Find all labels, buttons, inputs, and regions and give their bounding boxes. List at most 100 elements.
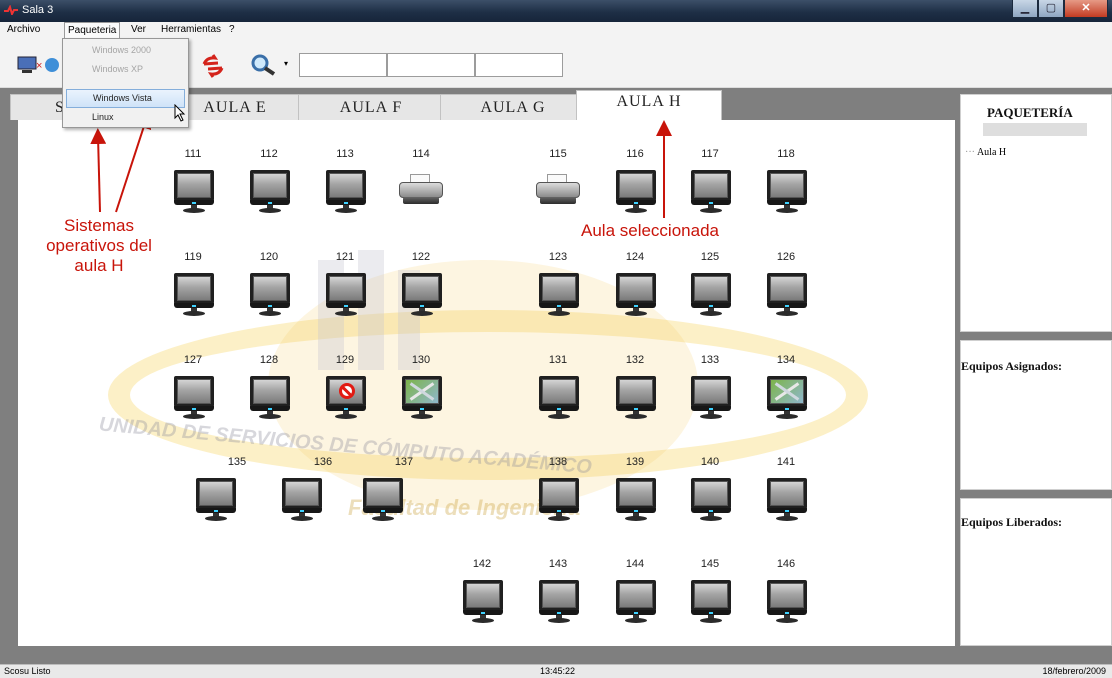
monitor-icon xyxy=(767,376,807,422)
station-144[interactable]: 144 xyxy=(608,558,662,633)
station-136[interactable]: 136 xyxy=(274,456,332,531)
search-icon[interactable] xyxy=(250,53,278,77)
station-number: 117 xyxy=(701,148,719,160)
toolbar-field-3[interactable] xyxy=(475,53,563,77)
station-number: 131 xyxy=(548,354,568,366)
station-number: 145 xyxy=(700,558,720,570)
paqueteria-field[interactable] xyxy=(983,123,1087,136)
station-140[interactable]: 140 xyxy=(683,456,737,531)
refresh-icon[interactable] xyxy=(200,54,226,78)
station-145[interactable]: 145 xyxy=(683,558,737,633)
station-125[interactable]: 125 xyxy=(683,251,737,326)
menu-herramientas[interactable]: Herramientas xyxy=(158,24,224,35)
tab-aula-f[interactable]: AULA F xyxy=(298,94,444,120)
monitor-icon xyxy=(691,170,731,216)
tab-aula-g[interactable]: AULA G xyxy=(440,94,586,120)
station-number: 121 xyxy=(335,251,355,263)
station-number: 112 xyxy=(260,148,278,160)
station-number: 118 xyxy=(777,148,795,160)
station-119[interactable]: 119 xyxy=(166,251,220,326)
station-137[interactable]: 137 xyxy=(355,456,413,531)
station-number: 114 xyxy=(412,148,430,160)
station-118[interactable]: 118 xyxy=(759,148,813,223)
tree-connector: ··· xyxy=(965,147,975,158)
station-122[interactable]: 122 xyxy=(394,251,448,326)
menu-bar: Archivo Paqueteria Ver Herramientas ? xyxy=(0,22,1112,39)
title-bar: Sala 3 ▁ ▢ ✕ xyxy=(0,0,1112,22)
menu-ver[interactable]: Ver xyxy=(128,24,149,35)
station-143[interactable]: 143 xyxy=(531,558,585,633)
monitor-icon xyxy=(691,376,731,422)
monitor-icon xyxy=(282,478,322,524)
close-button[interactable]: ✕ xyxy=(1064,0,1108,18)
station-115[interactable]: 115 xyxy=(531,148,585,223)
toolbar-field-1[interactable] xyxy=(299,53,387,77)
station-116[interactable]: 116 xyxy=(608,148,662,223)
station-146[interactable]: 146 xyxy=(759,558,813,633)
station-124[interactable]: 124 xyxy=(608,251,662,326)
station-134[interactable]: 134 xyxy=(759,354,813,429)
window-title: Sala 3 xyxy=(22,4,54,16)
station-113[interactable]: 113 xyxy=(318,148,372,223)
station-number: 135 xyxy=(227,456,247,468)
station-129[interactable]: 129 xyxy=(318,354,372,429)
tab-aula-h[interactable]: AULA H xyxy=(576,90,722,121)
monitor-icon xyxy=(174,376,214,422)
station-number: 126 xyxy=(776,251,796,263)
dropdown-arrow-icon[interactable]: ▾ xyxy=(284,59,288,68)
station-126[interactable]: 126 xyxy=(759,251,813,326)
monitor-icon xyxy=(402,273,442,319)
network-disconnect-icon[interactable]: × xyxy=(16,53,60,77)
annotation-os-line2: operativos del xyxy=(46,236,152,255)
station-131[interactable]: 131 xyxy=(531,354,585,429)
station-127[interactable]: 127 xyxy=(166,354,220,429)
menu-item-windows-vista[interactable]: Windows Vista xyxy=(66,89,185,108)
menu-item-linux[interactable]: Linux xyxy=(66,108,185,127)
station-121[interactable]: 121 xyxy=(318,251,372,326)
station-111[interactable]: 111 xyxy=(166,148,220,223)
tree-item-aula-h[interactable]: ··· Aula H xyxy=(965,147,1006,158)
maximize-button[interactable]: ▢ xyxy=(1038,0,1064,18)
menu-item-windows-xp[interactable]: Windows XP xyxy=(66,60,185,79)
toolbar-field-2[interactable] xyxy=(387,53,475,77)
annotation-os: Sistemas operativos del aula H xyxy=(34,216,164,276)
menu-help[interactable]: ? xyxy=(226,24,238,35)
window-controls: ▁ ▢ ✕ xyxy=(1012,0,1108,18)
station-number: 140 xyxy=(700,456,720,468)
assigned-heading: Equipos Asignados: xyxy=(961,359,1063,373)
minimize-button[interactable]: ▁ xyxy=(1012,0,1038,18)
station-132[interactable]: 132 xyxy=(608,354,662,429)
status-bar: Scosu Listo 13:45:22 18/febrero/2009 xyxy=(0,664,1112,678)
monitor-icon xyxy=(463,580,503,626)
station-112[interactable]: 112 xyxy=(242,148,296,223)
station-number: 119 xyxy=(184,251,202,263)
station-120[interactable]: 120 xyxy=(242,251,296,326)
station-number: 136 xyxy=(313,456,333,468)
svg-text:×: × xyxy=(36,60,42,72)
monitor-icon xyxy=(326,376,366,422)
paqueteria-heading: PAQUETERÍA xyxy=(987,105,1073,120)
station-139[interactable]: 139 xyxy=(608,456,662,531)
station-114[interactable]: 114 xyxy=(394,148,448,223)
station-number: 133 xyxy=(700,354,720,366)
station-141[interactable]: 141 xyxy=(759,456,813,531)
menu-paqueteria[interactable]: Paqueteria xyxy=(64,22,121,39)
room-map: UNIDAD DE SERVICIOS DE CÓMPUTO ACADÉMICO… xyxy=(18,120,955,646)
monitor-icon xyxy=(326,170,366,216)
monitor-icon xyxy=(174,273,214,319)
station-123[interactable]: 123 xyxy=(531,251,585,326)
status-date: 18/febrero/2009 xyxy=(1042,666,1106,676)
menu-item-windows-2000[interactable]: Windows 2000 xyxy=(66,41,185,60)
menu-archivo[interactable]: Archivo xyxy=(4,24,43,35)
station-130[interactable]: 130 xyxy=(394,354,448,429)
tree-item-label: Aula H xyxy=(976,147,1007,158)
monitor-icon xyxy=(539,478,579,524)
station-133[interactable]: 133 xyxy=(683,354,737,429)
station-138[interactable]: 138 xyxy=(531,456,585,531)
station-142[interactable]: 142 xyxy=(455,558,509,633)
station-number: 146 xyxy=(776,558,796,570)
station-128[interactable]: 128 xyxy=(242,354,296,429)
status-text: Scosu Listo xyxy=(4,666,51,676)
station-117[interactable]: 117 xyxy=(683,148,737,223)
station-135[interactable]: 135 xyxy=(188,456,246,531)
